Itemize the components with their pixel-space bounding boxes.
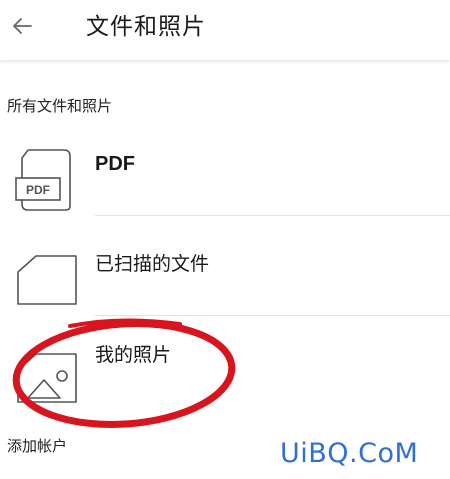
list-item-scanned-files[interactable]: 已扫描的文件 xyxy=(0,232,450,316)
list-item-label-scanned-files: 已扫描的文件 xyxy=(95,253,210,275)
watermark-text: UiBQ.CoM xyxy=(280,438,419,469)
list-item-my-photos[interactable]: 我的照片 xyxy=(0,330,450,410)
divider xyxy=(95,215,450,216)
folder-icon xyxy=(14,252,80,312)
divider xyxy=(95,315,450,316)
image-icon xyxy=(14,350,80,410)
pdf-badge-text: PDF xyxy=(26,183,50,197)
app-header: 文件和照片 xyxy=(0,0,450,60)
add-account-link[interactable]: 添加帐户 xyxy=(7,436,67,456)
back-button[interactable] xyxy=(4,10,40,46)
list-item-pdf[interactable]: PDF PDF xyxy=(0,140,450,216)
arrow-left-icon xyxy=(11,17,33,39)
section-title-all-files: 所有文件和照片 xyxy=(7,97,113,115)
list-item-label-pdf: PDF xyxy=(95,153,135,175)
list-item-label-my-photos: 我的照片 xyxy=(95,344,172,366)
page-title: 文件和照片 xyxy=(86,14,206,40)
pdf-file-icon: PDF xyxy=(14,148,76,216)
